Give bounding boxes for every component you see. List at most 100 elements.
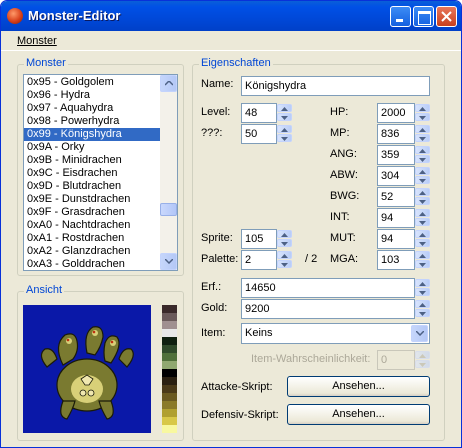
abw-field[interactable]: 304 (377, 166, 415, 186)
monster-editor-window: Monster-Editor Monster Monster 0x95 - Go… (0, 0, 462, 448)
stepper-down-icon[interactable] (415, 218, 430, 226)
minimize-button[interactable] (390, 6, 411, 27)
chevron-down-icon[interactable] (411, 325, 428, 342)
scroll-up-button[interactable] (160, 75, 177, 92)
monster-list[interactable]: 0x95 - Goldgolem 0x96 - Hydra 0x97 - Aquah… (23, 74, 178, 271)
stepper-down-icon[interactable] (415, 155, 430, 163)
stepper-down-icon[interactable] (415, 360, 430, 368)
stepper-up-icon[interactable] (277, 104, 292, 112)
palette-swatch (162, 401, 177, 409)
stepper-down-icon[interactable] (415, 239, 430, 247)
monster-list-item[interactable]: 0x97 - Aquahydra (24, 102, 161, 115)
maximize-button[interactable] (413, 6, 434, 27)
hp-label: HP: (330, 106, 349, 118)
stepper-up-icon[interactable] (415, 146, 430, 154)
bwg-field[interactable]: 52 (377, 187, 415, 207)
abw-label: ABW: (330, 169, 358, 181)
stepper-down-icon[interactable] (277, 134, 292, 142)
palette-swatch (162, 337, 177, 345)
stepper-up-icon[interactable] (415, 188, 430, 196)
hydra-sprite-image (40, 326, 134, 420)
ang-field[interactable]: 359 (377, 145, 415, 165)
monster-list-item[interactable]: 0x95 - Goldgolem (24, 76, 161, 89)
stepper-up-icon[interactable] (415, 279, 430, 287)
monster-list-item[interactable]: 0x99 - Königshydra (24, 128, 161, 141)
palette-swatches (162, 305, 177, 433)
window-title: Monster-Editor (28, 8, 121, 23)
stepper-up-icon[interactable] (415, 167, 430, 175)
stepper-down-icon[interactable] (415, 197, 430, 205)
monster-list-item[interactable]: 0xA2 - Glanzdrachen (24, 245, 161, 258)
name-label: Name: (201, 78, 234, 90)
ang-label: ANG: (330, 148, 357, 160)
stepper-down-icon[interactable] (415, 176, 430, 184)
monster-list-item[interactable]: 0x98 - Powerhydra (24, 115, 161, 128)
item-chance-field[interactable]: 0 (377, 350, 415, 370)
close-button[interactable] (436, 6, 457, 27)
stepper-up-icon[interactable] (415, 104, 430, 112)
stepper-down-icon[interactable] (415, 134, 430, 142)
int-field[interactable]: 94 (377, 208, 415, 228)
stepper-up-icon[interactable] (415, 351, 430, 359)
defense-script-label: Defensiv-Skript: (201, 409, 279, 421)
name-field[interactable]: Königshydra (241, 76, 430, 96)
sprite-label: Sprite: (201, 232, 233, 244)
monster-list-item[interactable]: 0x9C - Eisdrachen (24, 167, 161, 180)
hp-field[interactable]: 2000 (377, 103, 415, 123)
unknown-label: ???: (201, 127, 223, 139)
palette-swatch (162, 353, 177, 361)
sprite-field[interactable]: 105 (241, 229, 277, 249)
stepper-up-icon[interactable] (415, 300, 430, 308)
stepper-down-icon[interactable] (277, 260, 292, 268)
scroll-thumb[interactable] (160, 203, 177, 216)
mp-field[interactable]: 836 (377, 124, 415, 144)
stepper-up-icon[interactable] (277, 230, 292, 238)
attack-script-view-button[interactable]: Ansehen... (287, 376, 430, 397)
mut-field[interactable]: 94 (377, 229, 415, 249)
palette-field[interactable]: 2 (241, 250, 277, 270)
monster-list-item[interactable]: 0xA3 - Golddrachen (24, 258, 161, 270)
monster-list-item[interactable]: 0xA1 - Rostdrachen (24, 232, 161, 245)
monster-list-item[interactable]: 0x9F - Grasdrachen (24, 206, 161, 219)
stepper-down-icon[interactable] (415, 113, 430, 121)
stepper-down-icon[interactable] (415, 260, 430, 268)
stepper-up-icon[interactable] (415, 251, 430, 259)
chevron-down-icon (165, 259, 173, 264)
item-label: Item: (201, 327, 226, 339)
stepper-down-icon[interactable] (277, 239, 292, 247)
monster-list-item[interactable]: 0x96 - Hydra (24, 89, 161, 102)
unknown-field[interactable]: 50 (241, 124, 277, 144)
stepper-up-icon[interactable] (415, 209, 430, 217)
erf-field[interactable]: 14650 (241, 278, 415, 298)
gold-field[interactable]: 9200 (241, 299, 415, 319)
monster-list-item[interactable]: 0x9A - Orky (24, 141, 161, 154)
level-label: Level: (201, 106, 231, 118)
palette-swatch (162, 329, 177, 337)
stepper-up-icon[interactable] (415, 230, 430, 238)
level-field[interactable]: 48 (241, 103, 277, 123)
erf-label: Erf.: (201, 281, 222, 293)
stepper-down-icon[interactable] (415, 288, 430, 296)
monster-list-item[interactable]: 0xA0 - Nachtdrachen (24, 219, 161, 232)
menu-bar: Monster (1, 31, 461, 51)
scroll-down-button[interactable] (160, 253, 177, 270)
monster-list-item[interactable]: 0x9B - Minidrachen (24, 154, 161, 167)
title-bar[interactable]: Monster-Editor (1, 1, 461, 31)
defense-script-view-button[interactable]: Ansehen... (287, 404, 430, 425)
monster-group-title: Monster (24, 57, 68, 69)
monster-list-item[interactable]: 0x9E - Dunstdrachen (24, 193, 161, 206)
list-scrollbar[interactable] (160, 75, 177, 270)
stepper-down-icon[interactable] (415, 309, 430, 317)
monster-list-item[interactable]: 0x9D - Blutdrachen (24, 180, 161, 193)
stepper-up-icon[interactable] (277, 251, 292, 259)
palette-swatch (162, 321, 177, 329)
stepper-up-icon[interactable] (415, 125, 430, 133)
menu-monster[interactable]: Monster (17, 35, 57, 47)
bwg-label: BWG: (330, 190, 360, 202)
stepper-up-icon[interactable] (277, 125, 292, 133)
item-select[interactable]: Keins (241, 323, 430, 344)
mga-field[interactable]: 103 (377, 250, 415, 270)
stepper-down-icon[interactable] (277, 113, 292, 121)
palette-label: Palette: (201, 253, 239, 265)
item-chance-label: Item-Wahrscheinlichkeit: (251, 353, 371, 365)
